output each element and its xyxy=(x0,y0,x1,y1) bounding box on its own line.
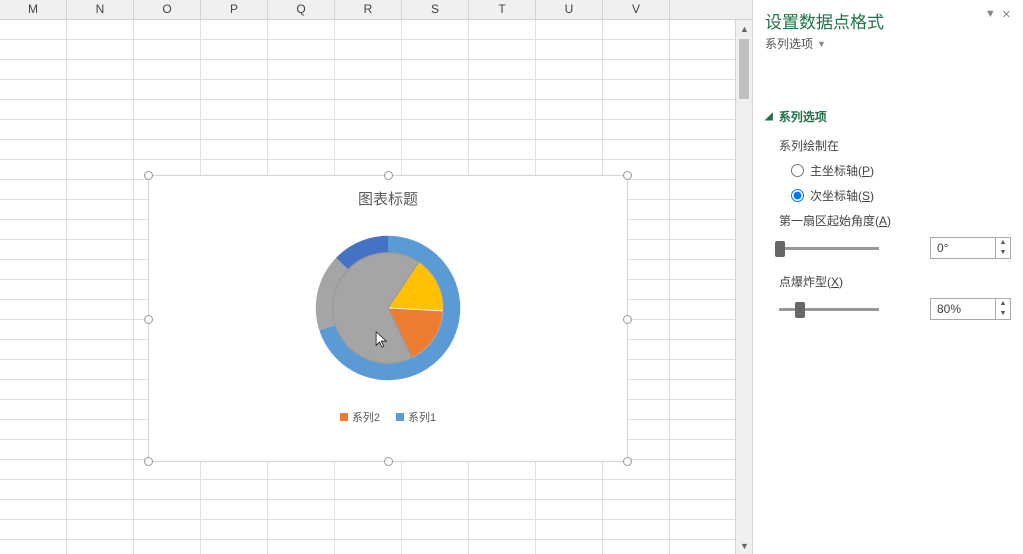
pane-dropdown-icon[interactable]: ▼ xyxy=(985,8,996,21)
start-angle-input[interactable]: 0° ▲ ▼ xyxy=(930,237,1011,259)
explosion-input[interactable]: 80% ▲ ▼ xyxy=(930,298,1011,320)
chart-legend[interactable]: 系列2 系列1 xyxy=(149,403,627,425)
col-header[interactable]: N xyxy=(67,0,134,19)
pane-title: 设置数据点格式 xyxy=(765,8,884,33)
start-angle-slider[interactable] xyxy=(779,247,879,250)
resize-handle[interactable] xyxy=(623,171,632,180)
resize-handle[interactable] xyxy=(623,315,632,324)
explosion-slider[interactable] xyxy=(779,308,879,311)
col-header[interactable]: S xyxy=(402,0,469,19)
col-header[interactable]: R xyxy=(335,0,402,19)
radio-primary-axis[interactable]: 主坐标轴(P) xyxy=(791,158,1011,183)
plot-on-label: 系列绘制在 xyxy=(779,133,1011,158)
resize-handle[interactable] xyxy=(144,315,153,324)
col-header[interactable]: V xyxy=(603,0,670,19)
col-header[interactable]: O xyxy=(134,0,201,19)
explosion-label: 点爆炸型(X) xyxy=(779,269,1011,294)
legend-label: 系列2 xyxy=(352,409,380,425)
spinner-down[interactable]: ▼ xyxy=(996,248,1010,258)
resize-handle[interactable] xyxy=(623,457,632,466)
chart-title[interactable]: 图表标题 xyxy=(149,176,627,213)
spinner-up[interactable]: ▲ xyxy=(996,238,1010,248)
pane-subtitle-dropdown[interactable]: 系列选项 ▼ xyxy=(765,35,1011,52)
resize-handle[interactable] xyxy=(144,457,153,466)
pane-close-icon[interactable]: ✕ xyxy=(1002,8,1011,21)
slider-thumb[interactable] xyxy=(795,302,805,318)
spreadsheet-area: M N O P Q R S T U V document.write(Array… xyxy=(0,0,753,554)
col-header[interactable]: M xyxy=(0,0,67,19)
chart-object[interactable]: 图表标题 xyxy=(148,175,628,462)
scroll-thumb[interactable] xyxy=(739,39,749,99)
legend-swatch xyxy=(396,413,404,421)
collapse-arrow-icon: ◢ xyxy=(765,111,773,122)
spinner-up[interactable]: ▲ xyxy=(996,299,1010,309)
resize-handle[interactable] xyxy=(144,171,153,180)
slider-thumb[interactable] xyxy=(775,241,785,257)
section-toggle-series-options[interactable]: ◢ 系列选项 xyxy=(765,104,1011,129)
start-angle-label: 第一扇区起始角度(A) xyxy=(779,208,1011,233)
col-header[interactable]: T xyxy=(469,0,536,19)
column-headers: M N O P Q R S T U V xyxy=(0,0,752,20)
resize-handle[interactable] xyxy=(384,171,393,180)
resize-handle[interactable] xyxy=(384,457,393,466)
legend-item[interactable]: 系列1 xyxy=(396,409,436,425)
scroll-down-arrow[interactable]: ▼ xyxy=(736,537,753,554)
col-header[interactable]: Q xyxy=(268,0,335,19)
radio-secondary-axis[interactable]: 次坐标轴(S) xyxy=(791,183,1011,208)
legend-item[interactable]: 系列2 xyxy=(340,409,380,425)
legend-label: 系列1 xyxy=(408,409,436,425)
spinner-down[interactable]: ▼ xyxy=(996,309,1010,319)
col-header[interactable]: U xyxy=(536,0,603,19)
legend-swatch xyxy=(340,413,348,421)
scroll-up-arrow[interactable]: ▲ xyxy=(736,20,753,37)
chevron-down-icon: ▼ xyxy=(817,39,826,49)
chart-plot-area[interactable] xyxy=(149,213,627,403)
col-header[interactable]: P xyxy=(201,0,268,19)
format-pane: 设置数据点格式 ▼ ✕ 系列选项 ▼ ◢ 系列选项 系列绘制在 主坐标轴(P) xyxy=(753,0,1023,554)
vertical-scrollbar[interactable]: ▲ ▼ xyxy=(735,20,752,554)
